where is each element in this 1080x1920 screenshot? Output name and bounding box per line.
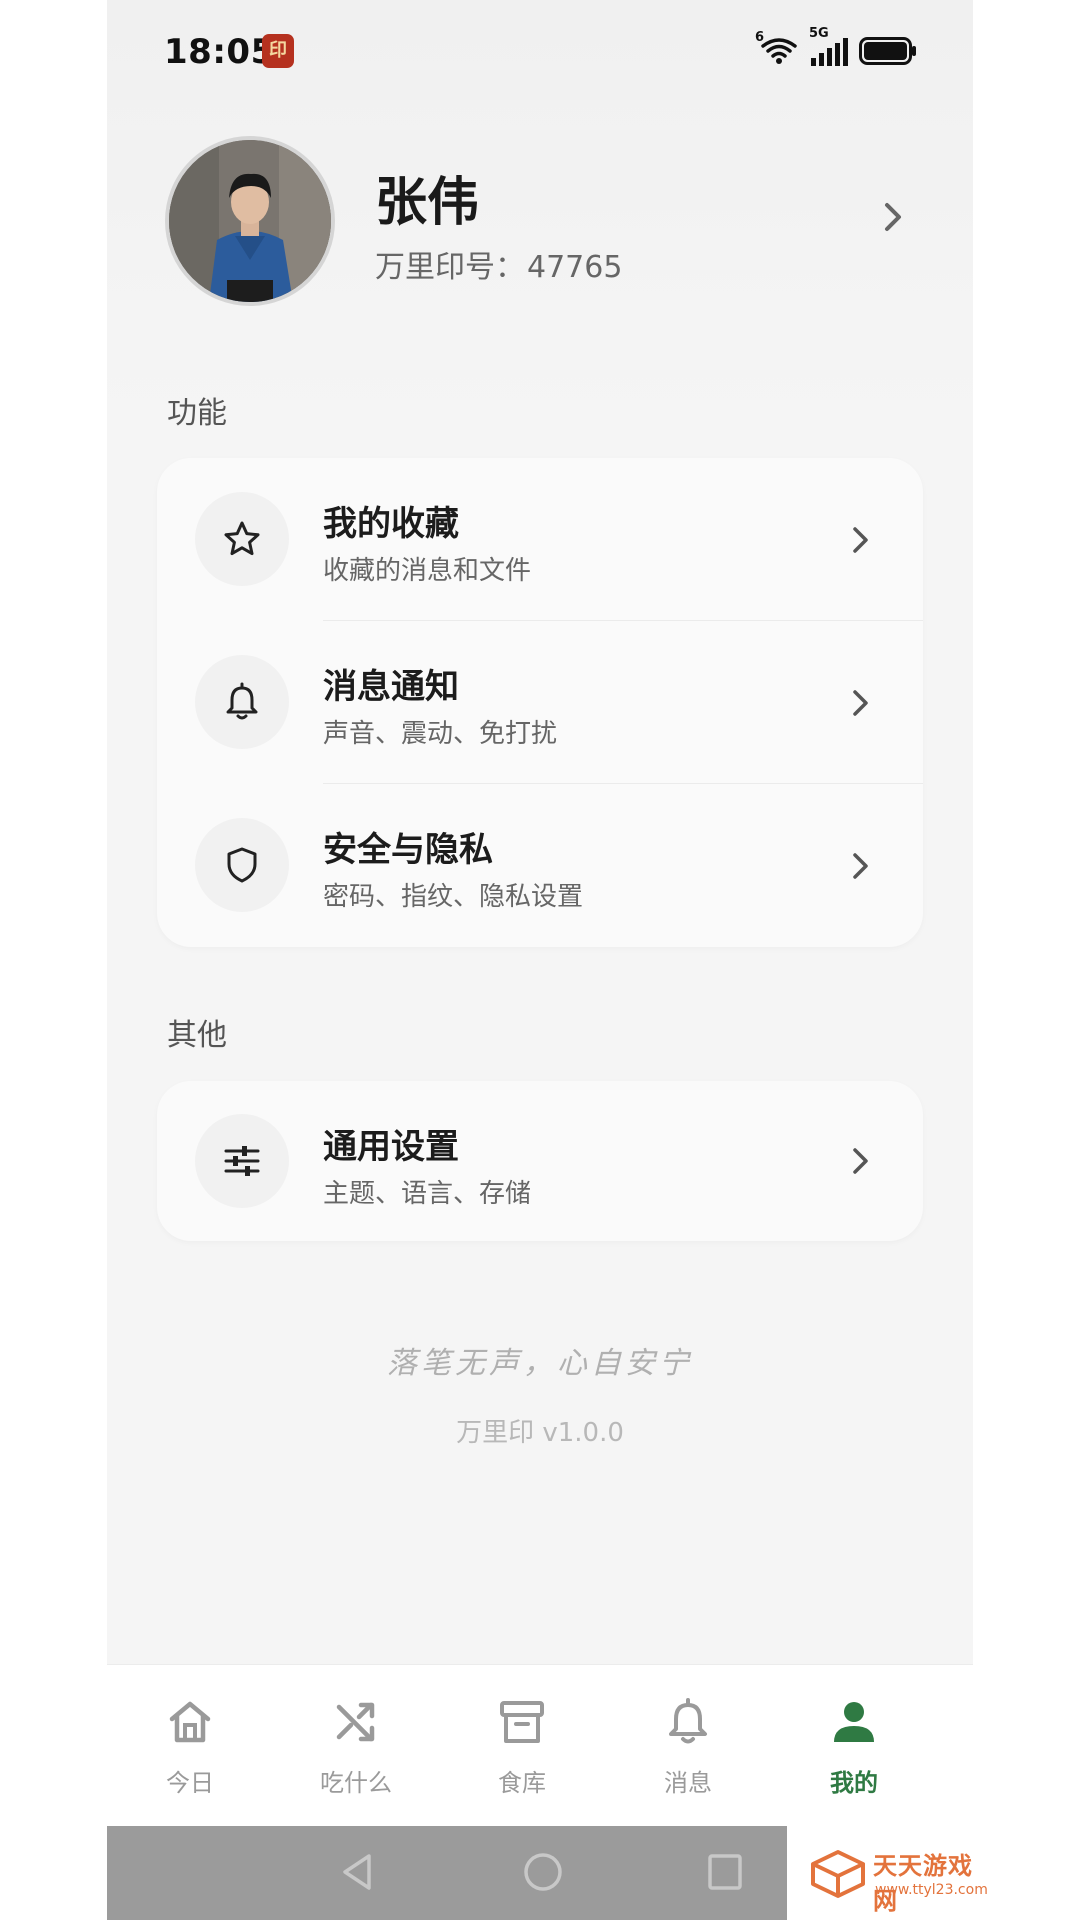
tab-label: 食库 — [498, 1769, 546, 1797]
person-icon — [829, 1697, 879, 1751]
tab-label: 我的 — [830, 1769, 878, 1797]
site-watermark: 天天游戏网 www.ttyl23.com — [787, 1826, 988, 1920]
menu-item-security-privacy[interactable]: 安全与隐私 密码、指纹、隐私设置 — [157, 784, 923, 947]
wifi-label: 6 — [755, 30, 765, 45]
app-version: 万里印 v1.0.0 — [456, 1418, 624, 1448]
network-type-label: 5G — [809, 26, 829, 41]
cellular-icon: 5G — [809, 26, 849, 68]
shield-icon — [195, 818, 289, 912]
bottom-tab-bar: 今日 吃什么 食库 消息 我的 — [107, 1664, 973, 1827]
account-id-label: 万里印号： — [375, 250, 525, 285]
account-id-value: 47765 — [527, 250, 623, 285]
menu-item-general-settings[interactable]: 通用设置 主题、语言、存储 — [157, 1081, 923, 1241]
others-card: 通用设置 主题、语言、存储 — [157, 1081, 923, 1241]
watermark-brand: 天天游戏网 — [873, 1852, 973, 1915]
chevron-right-icon — [881, 200, 905, 238]
menu-item-favorites[interactable]: 我的收藏 收藏的消息和文件 — [157, 458, 923, 621]
star-icon — [195, 492, 289, 586]
chevron-right-icon — [849, 850, 871, 886]
menu-item-subtitle: 声音、震动、免打扰 — [323, 719, 558, 749]
bell-icon — [195, 655, 289, 749]
tab-what-to-eat[interactable]: 吃什么 — [273, 1665, 439, 1827]
tab-messages[interactable]: 消息 — [605, 1665, 771, 1827]
features-card: 我的收藏 收藏的消息和文件 消息通知 声音、震动、免打扰 安全与隐私 密码、指纹… — [157, 458, 923, 947]
status-icons: 6 5G — [755, 26, 917, 68]
tab-label: 吃什么 — [320, 1769, 392, 1797]
sliders-icon — [195, 1114, 289, 1208]
recents-icon[interactable] — [705, 1850, 745, 1898]
tab-food-library[interactable]: 食库 — [439, 1665, 605, 1827]
menu-item-subtitle: 主题、语言、存储 — [323, 1179, 532, 1209]
bell-icon — [663, 1697, 713, 1751]
app-motto: 落笔无声，心自安宁 — [387, 1346, 693, 1381]
wifi-icon: 6 — [755, 30, 799, 66]
home-icon — [165, 1697, 215, 1751]
status-time: 18:05 — [164, 32, 275, 72]
watermark-url: www.ttyl23.com — [875, 1882, 988, 1898]
section-label-features: 功能 — [167, 396, 227, 431]
profile-account-id: 万里印号：47765 — [375, 242, 622, 286]
profile-name: 张伟 — [375, 173, 480, 233]
menu-item-subtitle: 密码、指纹、隐私设置 — [323, 882, 584, 912]
profile-header[interactable]: 张伟 万里印号：47765 — [107, 130, 973, 310]
menu-item-notifications[interactable]: 消息通知 声音、震动、免打扰 — [157, 621, 923, 784]
tab-me[interactable]: 我的 — [771, 1665, 937, 1827]
app-notification-icon: 印 — [262, 34, 294, 68]
menu-item-title: 通用设置 — [323, 1127, 459, 1167]
menu-item-title: 我的收藏 — [323, 504, 459, 544]
tab-label: 消息 — [664, 1769, 712, 1797]
chevron-right-icon — [849, 1145, 871, 1181]
shuffle-icon — [331, 1697, 381, 1751]
phone-screen: 18:05 印 6 5G 张伟 万里印号：47765 功能 我的收藏 收藏的消息… — [107, 0, 973, 1920]
system-navigation-bar — [107, 1826, 787, 1920]
avatar[interactable] — [165, 136, 335, 306]
battery-icon — [859, 36, 917, 66]
chevron-right-icon — [849, 687, 871, 723]
home-button-icon[interactable] — [521, 1850, 565, 1898]
watermark-logo-icon — [809, 1848, 867, 1904]
menu-item-title: 消息通知 — [323, 667, 459, 707]
section-label-others: 其他 — [167, 1018, 227, 1053]
tab-label: 今日 — [166, 1769, 214, 1797]
back-icon[interactable] — [337, 1850, 377, 1898]
status-bar: 18:05 印 6 5G — [107, 0, 973, 104]
archive-icon — [497, 1697, 547, 1751]
menu-item-subtitle: 收藏的消息和文件 — [323, 556, 532, 586]
tab-today[interactable]: 今日 — [107, 1665, 273, 1827]
menu-item-title: 安全与隐私 — [323, 830, 493, 870]
chevron-right-icon — [849, 524, 871, 560]
